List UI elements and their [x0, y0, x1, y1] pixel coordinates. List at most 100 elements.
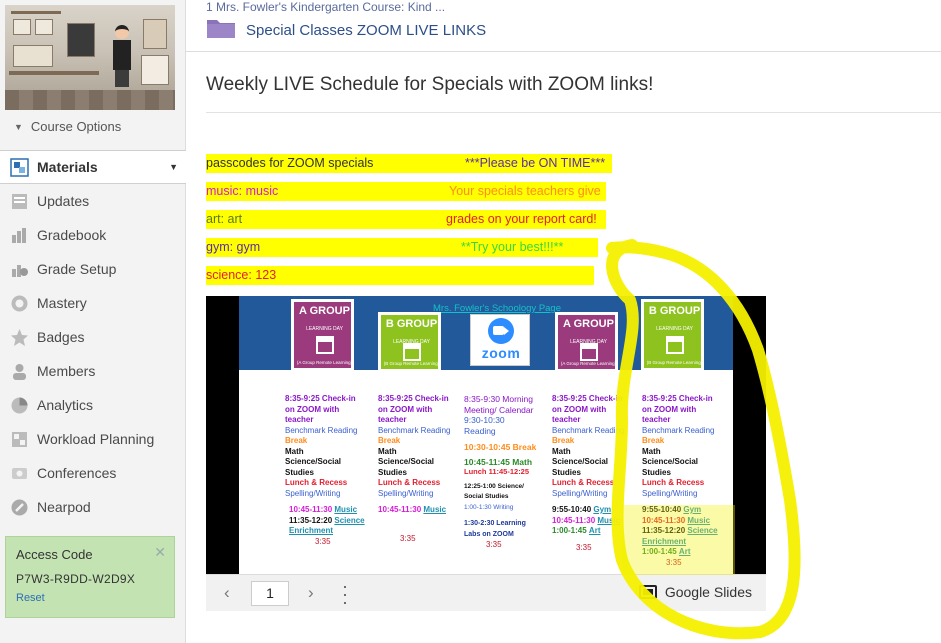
schedule-line: Math	[552, 446, 571, 456]
sidebar-item-label: Grade Setup	[37, 261, 117, 277]
enrichment-link[interactable]: Enrichment	[289, 526, 333, 535]
sidebar-item-gradebook[interactable]: Gradebook	[0, 218, 186, 252]
sidebar-item-analytics[interactable]: Analytics	[0, 388, 186, 422]
updates-icon	[10, 192, 29, 211]
group-b-card: B GROUP LEARNING DAY (B Group Remote Lea…	[378, 312, 441, 372]
group-a-card: A GROUP LEARNING DAY (A Group Remote Lea…	[291, 299, 354, 371]
schedule-line: Break	[285, 436, 308, 445]
badges-icon	[10, 328, 29, 347]
next-slide-button[interactable]: ›	[308, 583, 314, 603]
members-icon	[10, 362, 29, 381]
grade-setup-icon	[10, 260, 29, 279]
schedule-line: Studies	[552, 467, 581, 477]
schedule-line: teacher	[378, 415, 407, 424]
schedule-line: Math	[285, 446, 304, 456]
end-time: 3:35	[400, 533, 416, 543]
breadcrumb-folder[interactable]: Special Classes ZOOM LIVE LINKS	[206, 17, 486, 44]
sidebar-item-label: Analytics	[37, 397, 94, 413]
sidebar-item-members[interactable]: Members	[0, 354, 186, 388]
schedule-line: Lunch 11:45-12:25	[464, 467, 530, 476]
slide: Mrs. Fowler's Schoology Page A GROUP LEA…	[239, 296, 733, 574]
slide-number-field[interactable]: 1	[251, 581, 289, 606]
music-link[interactable]: Music	[334, 505, 357, 514]
sidebar-item-nearpod[interactable]: Nearpod	[0, 490, 186, 524]
card-note: (B Group Remote Learning)	[646, 360, 703, 365]
schedule-line: Lunch & Recess	[642, 478, 705, 487]
schedule-line: 8:35-9:25 Check-in	[285, 394, 356, 403]
schedule-column: 8:35-9:25 Check-in on ZOOM with teacher …	[642, 394, 718, 568]
folder-icon	[206, 17, 236, 44]
sidebar-item-materials[interactable]: Materials ▼	[0, 150, 186, 184]
sidebar-item-workload-planning[interactable]: Workload Planning	[0, 422, 186, 456]
course-options-label: Course Options	[30, 119, 122, 134]
school-icon	[403, 343, 421, 361]
schedule-line: Math	[378, 446, 397, 456]
science-link[interactable]: Science	[334, 516, 364, 525]
more-options-icon[interactable]: · · ·	[342, 577, 348, 611]
schedule-line: Social Studies	[464, 493, 509, 500]
google-slides-embed[interactable]: Mrs. Fowler's Schoology Page A GROUP LEA…	[206, 296, 766, 611]
art-link[interactable]: Art	[679, 547, 691, 556]
access-code-panel: Access Code P7W3-R9DD-W2D9X Reset ✕	[5, 536, 175, 618]
time-label: 9:55-10:40	[552, 505, 592, 514]
schedule-line: Lunch & Recess	[378, 478, 441, 487]
schedule-line: on ZOOM with	[552, 404, 607, 414]
sidebar-item-updates[interactable]: Updates	[0, 184, 186, 218]
music-link[interactable]: Music	[597, 516, 620, 525]
reset-link[interactable]: Reset	[16, 592, 164, 604]
sidebar-item-grade-setup[interactable]: Grade Setup	[0, 252, 186, 286]
schedule-line: on ZOOM with	[285, 404, 340, 414]
line-right: grades on your report card!	[446, 212, 597, 226]
schedule-line: Studies	[642, 467, 671, 477]
schedule-line: on ZOOM with	[378, 404, 433, 414]
access-code-value: P7W3-R9DD-W2D9X	[16, 572, 136, 586]
gradebook-icon	[10, 226, 29, 245]
mastery-icon	[10, 294, 29, 313]
course-picture[interactable]	[5, 5, 175, 110]
sidebar-item-mastery[interactable]: Mastery	[0, 286, 186, 320]
music-link[interactable]: Music	[423, 505, 446, 514]
schedule-line: 8:35-9:25 Check-in	[552, 394, 623, 403]
course-options-toggle[interactable]: ▼ Course Options	[14, 119, 121, 134]
schedule-column: 8:35-9:25 Check-in on ZOOM with teacher …	[552, 394, 624, 553]
time-label: 10:45-11:30	[289, 505, 333, 514]
music-link[interactable]: Music	[687, 516, 710, 525]
time-label: 11:35-12:20	[642, 526, 686, 535]
card-subtitle: LEARNING DAY	[656, 326, 693, 332]
sidebar-item-conferences[interactable]: Conferences	[0, 456, 186, 490]
sidebar: ▼ Course Options Materials ▼ Updates Gra…	[0, 0, 186, 643]
schoology-page-link[interactable]: Mrs. Fowler's Schoology Page	[433, 303, 561, 314]
sidebar-item-badges[interactable]: Badges	[0, 320, 186, 354]
close-icon[interactable]: ✕	[154, 544, 166, 561]
line-left: art: art	[206, 212, 243, 226]
schedule-line: Benchmark Reading	[552, 425, 625, 435]
schedule-line: Spelling/Writing	[285, 488, 341, 498]
art-link[interactable]: Art	[589, 526, 601, 535]
materials-icon	[10, 157, 29, 177]
sidebar-item-label: Members	[37, 363, 96, 379]
google-slides-link[interactable]: Google Slides	[638, 584, 752, 600]
sidebar-item-label: Nearpod	[37, 499, 91, 515]
gym-link[interactable]: Gym	[683, 505, 701, 514]
schedule-line: Spelling/Writing	[378, 488, 434, 498]
enrichment-link[interactable]: Enrichment	[642, 537, 686, 546]
previous-slide-button[interactable]: ‹	[224, 583, 230, 603]
line-right: ***Please be ON TIME***	[465, 156, 606, 170]
schedule-line: Science/Social	[552, 457, 609, 466]
folder-title: Special Classes ZOOM LIVE LINKS	[246, 22, 487, 39]
sidebar-item-label: Workload Planning	[37, 431, 155, 447]
schedule-line: Science/Social	[642, 457, 699, 466]
dropdown-arrow-icon[interactable]: ▼	[169, 162, 178, 172]
schedule-line: Break	[642, 436, 665, 445]
schedule-line: Break	[378, 436, 401, 445]
breadcrumb-course[interactable]: 1 Mrs. Fowler's Kindergarten Course: Kin…	[206, 0, 445, 14]
title-divider	[206, 112, 941, 113]
line-right: Your specials teachers give	[449, 184, 601, 198]
card-subtitle: LEARNING DAY	[306, 326, 343, 332]
science-link[interactable]: Science	[687, 526, 717, 535]
schedule-line: 10:30-10:45 Break	[464, 442, 537, 452]
schedule-line: 1:30-2:30 Learning	[464, 520, 526, 527]
schedule-line: Spelling/Writing	[642, 488, 698, 498]
gym-link[interactable]: Gym	[593, 505, 611, 514]
schedule-line: Meeting/ Calendar	[464, 404, 534, 415]
